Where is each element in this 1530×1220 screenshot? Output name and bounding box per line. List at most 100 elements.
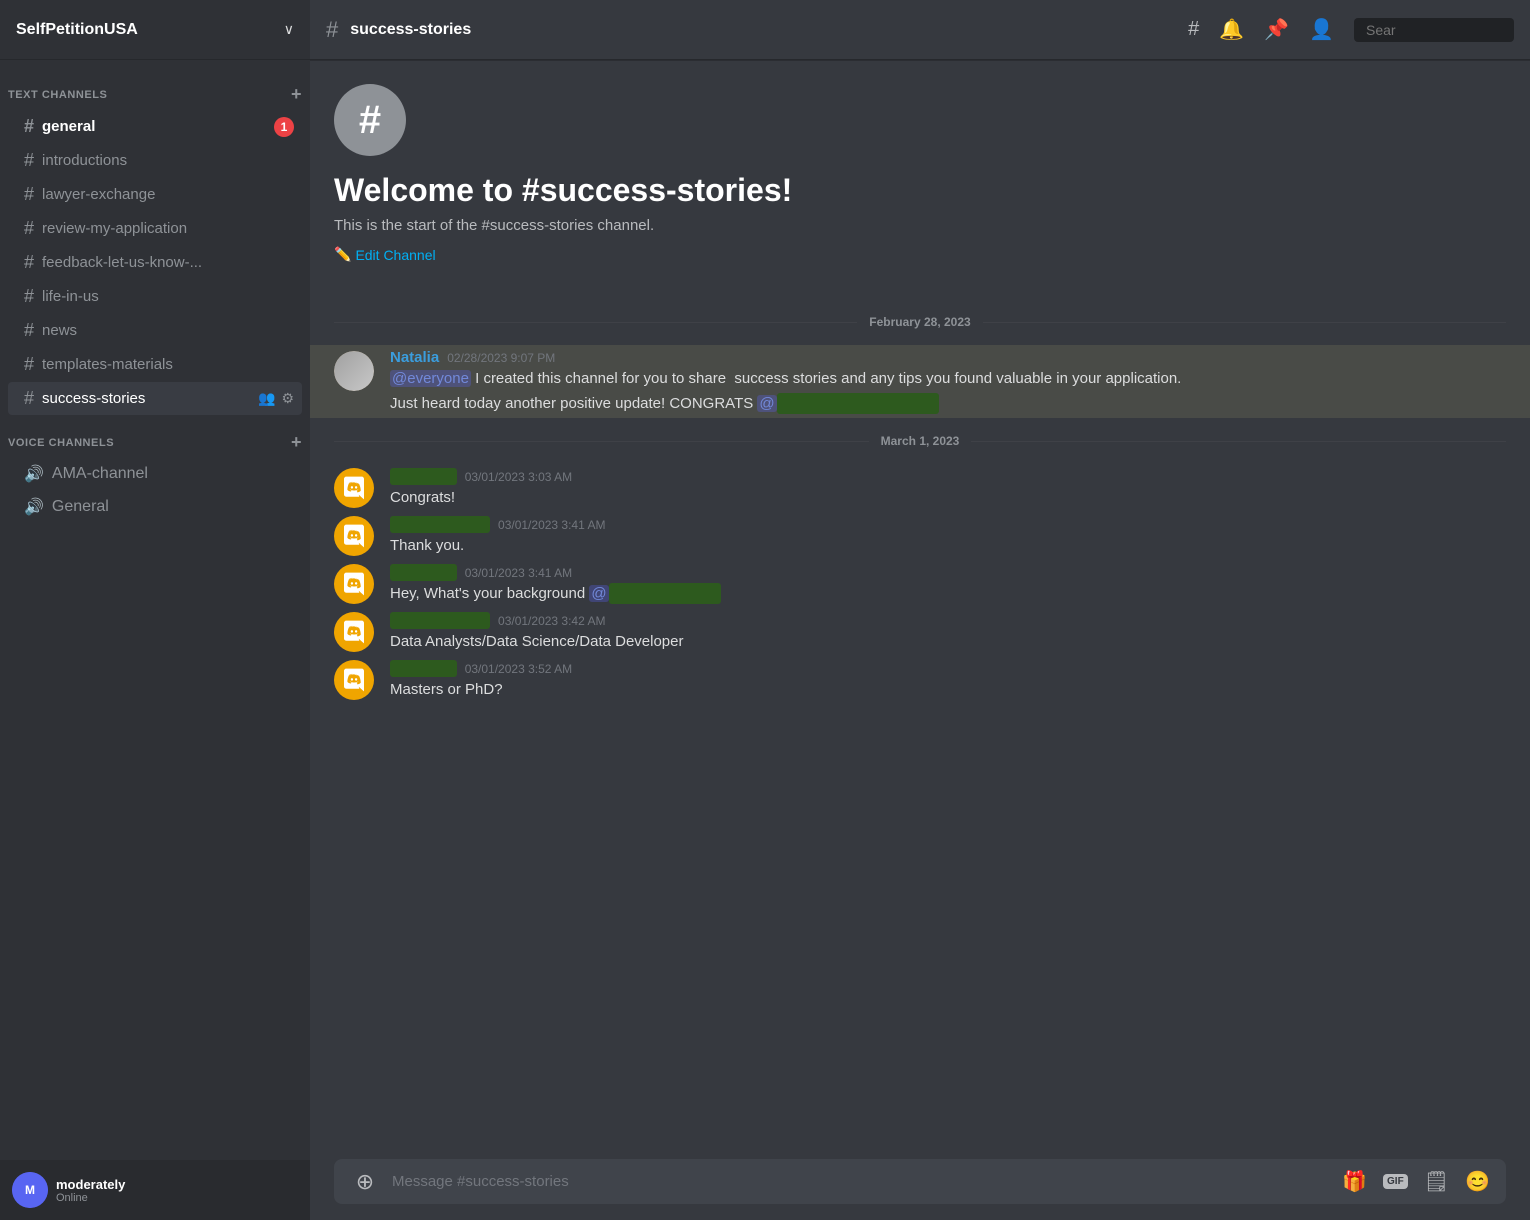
message-header-natalia: Natalia 02/28/2023 9:07 PM: [390, 349, 1506, 366]
avatar-user4: [334, 612, 374, 652]
avatar: M: [12, 1172, 48, 1208]
message-content-2: 03/01/2023 3:41 AM Thank you.: [390, 516, 1506, 556]
channel-name-life-in-us: life-in-us: [42, 288, 294, 305]
sidebar-item-success-stories[interactable]: # success-stories 👥 ⚙: [8, 382, 302, 415]
sidebar-item-templates-materials[interactable]: # templates-materials: [8, 348, 302, 381]
voice-channels-label: VOICE CHANNELS: [8, 437, 114, 449]
sidebar-item-voice-general[interactable]: 🔊 General: [8, 491, 302, 523]
hash-icon: #: [24, 116, 34, 137]
message-header-5: 03/01/2023 3:52 AM: [390, 660, 1506, 677]
sidebar-item-ama-channel[interactable]: 🔊 AMA-channel: [8, 458, 302, 490]
add-voice-channel-icon[interactable]: +: [291, 432, 302, 453]
channel-header: # success-stories # 🔔 📌 👤: [310, 0, 1530, 60]
message-text-5: Masters or PhD?: [390, 679, 1506, 700]
mention-user: @: [757, 395, 776, 412]
hash-icon: #: [24, 252, 34, 273]
message-content-4: 03/01/2023 3:42 AM Data Analysts/Data Sc…: [390, 612, 1506, 652]
message-text-natalia-2: Just heard today another positive update…: [390, 393, 1506, 414]
gif-button[interactable]: GIF: [1383, 1174, 1408, 1189]
date-divider-feb28: February 28, 2023: [310, 307, 1530, 337]
user-panel: M moderately Online: [0, 1160, 310, 1220]
sidebar-item-introductions[interactable]: # introductions: [8, 144, 302, 177]
message-group-4: 03/01/2023 3:42 AM Data Analysts/Data Sc…: [310, 608, 1530, 656]
input-icons: 🎁 GIF 🗒 😊: [1342, 1169, 1490, 1194]
mention-user2: @: [589, 585, 608, 602]
message-timestamp-3: 03/01/2023 3:41 AM: [465, 566, 572, 580]
date-label-feb28: February 28, 2023: [857, 315, 982, 329]
welcome-subtitle: This is the start of the #success-storie…: [334, 217, 1506, 234]
redacted-name: [777, 393, 940, 414]
plus-icon: ⊕: [356, 1169, 374, 1195]
date-divider-mar1: March 1, 2023: [310, 426, 1530, 456]
channel-welcome: # Welcome to #success-stories! This is t…: [310, 60, 1530, 299]
divider-line: [983, 322, 1506, 323]
server-name: SelfPetitionUSA: [16, 21, 138, 39]
hash-icon: #: [24, 354, 34, 375]
channel-name-feedback: feedback-let-us-know-...: [42, 254, 294, 271]
pin-icon[interactable]: 📌: [1264, 17, 1289, 42]
divider-line: [971, 441, 1506, 442]
username: moderately: [56, 1177, 298, 1192]
channel-header-name: success-stories: [350, 21, 471, 39]
add-text-channel-icon[interactable]: +: [291, 84, 302, 105]
voice-channels-section-header[interactable]: VOICE CHANNELS +: [0, 416, 310, 457]
search-input[interactable]: [1354, 18, 1514, 42]
message-timestamp-5: 03/01/2023 3:52 AM: [465, 662, 572, 676]
message-input[interactable]: [392, 1159, 1330, 1204]
message-header-2: 03/01/2023 3:41 AM: [390, 516, 1506, 533]
text-channels-label: TEXT CHANNELS: [8, 89, 107, 101]
channel-name-news: news: [42, 322, 294, 339]
speaker-icon: 🔊: [24, 497, 44, 517]
channel-item-actions: 👥 ⚙: [258, 390, 294, 407]
hash-icon: #: [24, 320, 34, 341]
sidebar-item-review-my-application[interactable]: # review-my-application: [8, 212, 302, 245]
message-author-natalia: Natalia: [390, 349, 439, 366]
hash-icon: #: [24, 184, 34, 205]
message-header-1: 03/01/2023 3:03 AM: [390, 468, 1506, 485]
message-text-natalia: @everyone I created this channel for you…: [390, 368, 1506, 389]
avatar-user1: [334, 468, 374, 508]
message-group-5: 03/01/2023 3:52 AM Masters or PhD?: [310, 656, 1530, 704]
channel-name-lawyer-exchange: lawyer-exchange: [42, 186, 294, 203]
main-content: # success-stories # 🔔 📌 👤 # Welcome to #…: [310, 0, 1530, 1220]
members-icon[interactable]: 👤: [1309, 17, 1334, 42]
sidebar-item-life-in-us[interactable]: # life-in-us: [8, 280, 302, 313]
add-member-icon[interactable]: 👥: [258, 390, 275, 407]
sidebar-item-general[interactable]: # general 1: [8, 110, 302, 143]
message-content-3: 03/01/2023 3:41 AM Hey, What's your back…: [390, 564, 1506, 604]
server-header[interactable]: SelfPetitionUSA ∨: [0, 0, 310, 60]
sidebar-item-lawyer-exchange[interactable]: # lawyer-exchange: [8, 178, 302, 211]
date-label-mar1: March 1, 2023: [869, 434, 972, 448]
threads-icon[interactable]: #: [1188, 18, 1199, 41]
message-content-1: 03/01/2023 3:03 AM Congrats!: [390, 468, 1506, 508]
text-channels-section-header[interactable]: TEXT CHANNELS +: [0, 68, 310, 109]
pencil-icon: ✏️: [334, 246, 351, 263]
message-author-5: [390, 660, 457, 677]
message-author-2: [390, 516, 490, 533]
user-info: moderately Online: [56, 1177, 298, 1204]
settings-icon[interactable]: ⚙: [281, 390, 294, 407]
edit-channel-link[interactable]: ✏️ Edit Channel: [334, 246, 1506, 263]
hash-icon: #: [24, 286, 34, 307]
hash-icon: #: [24, 388, 34, 409]
message-timestamp-natalia: 02/28/2023 9:07 PM: [447, 351, 555, 365]
header-icons: # 🔔 📌 👤: [1188, 17, 1514, 42]
sticker-icon[interactable]: 🗒: [1424, 1169, 1449, 1194]
message-group-1: 03/01/2023 3:03 AM Congrats!: [310, 464, 1530, 512]
divider-line: [334, 441, 869, 442]
channel-list: TEXT CHANNELS + # general 1 # introducti…: [0, 60, 310, 1160]
sidebar-item-feedback[interactable]: # feedback-let-us-know-...: [8, 246, 302, 279]
emoji-icon[interactable]: 😊: [1465, 1169, 1490, 1194]
add-attachment-button[interactable]: ⊕: [350, 1167, 380, 1197]
welcome-title: Welcome to #success-stories!: [334, 172, 1506, 209]
avatar-user5: [334, 660, 374, 700]
gift-icon[interactable]: 🎁: [1342, 1169, 1367, 1194]
sidebar: SelfPetitionUSA ∨ TEXT CHANNELS + # gene…: [0, 0, 310, 1220]
notification-icon[interactable]: 🔔: [1219, 17, 1244, 42]
sidebar-item-news[interactable]: # news: [8, 314, 302, 347]
channel-header-hash-icon: #: [326, 17, 338, 43]
hash-icon: #: [24, 150, 34, 171]
message-header-3: 03/01/2023 3:41 AM: [390, 564, 1506, 581]
divider-line: [334, 322, 857, 323]
channel-name-templates-materials: templates-materials: [42, 356, 294, 373]
